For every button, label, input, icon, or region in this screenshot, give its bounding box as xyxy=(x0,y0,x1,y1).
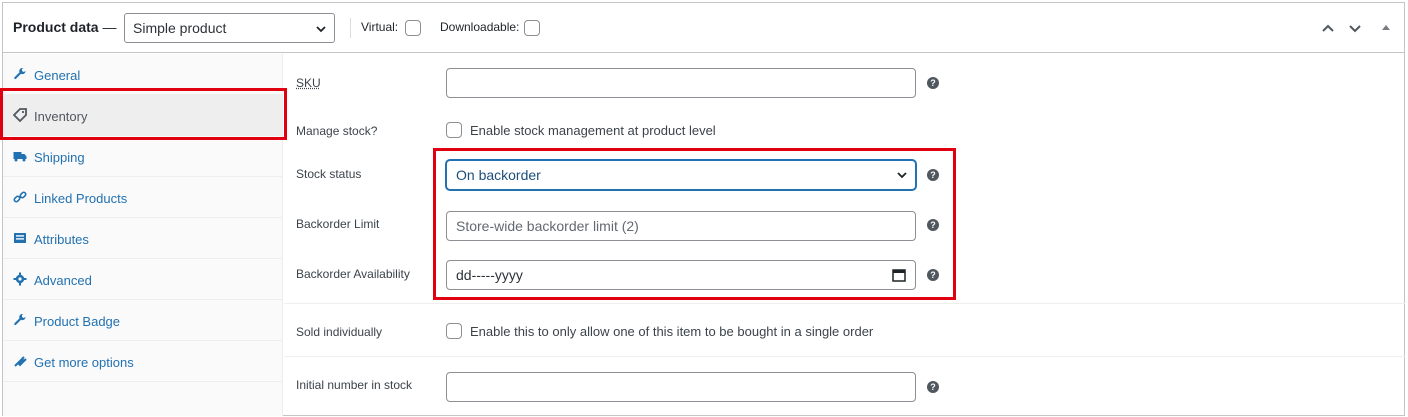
backorder-availability-label: Backorder Availability xyxy=(296,267,410,281)
product-data-tabs: General Inventory Shipping Linked Produc… xyxy=(3,54,283,416)
help-icon[interactable]: ? xyxy=(927,381,939,393)
tab-advanced[interactable]: Advanced xyxy=(3,259,283,300)
section-divider xyxy=(284,356,1405,357)
virtual-label: Virtual: xyxy=(361,20,399,34)
tab-label: Linked Products xyxy=(34,191,128,206)
product-type-select[interactable]: Simple product xyxy=(124,13,335,43)
sold-individually-checkbox[interactable] xyxy=(446,323,462,339)
sku-input[interactable] xyxy=(446,68,916,98)
help-icon[interactable]: ? xyxy=(927,269,939,281)
tab-label: Product Badge xyxy=(34,314,121,329)
sold-individually-field: Sold individually Enable this to only al… xyxy=(284,319,1405,343)
downloadable-checkbox[interactable] xyxy=(524,20,540,36)
calendar-icon[interactable] xyxy=(892,268,906,282)
tab-label: Inventory xyxy=(34,109,88,124)
move-up-icon[interactable] xyxy=(1319,19,1337,37)
title-dash: — xyxy=(102,19,117,35)
truck-icon xyxy=(13,152,27,162)
tag-icon xyxy=(13,108,27,122)
sku-label: SKU xyxy=(296,76,321,90)
backorder-limit-field: Backorder Limit Store-wide backorder lim… xyxy=(284,209,1405,245)
chevron-down-icon xyxy=(897,172,907,179)
collapse-toggle-icon[interactable] xyxy=(1377,19,1395,37)
sold-individually-label: Sold individually xyxy=(296,325,383,339)
stock-status-value: On backorder xyxy=(456,167,541,183)
wrench-icon xyxy=(14,67,26,80)
tab-label: Get more options xyxy=(34,355,134,370)
tab-label: Attributes xyxy=(34,232,89,247)
product-data-header: Product data — Simple product Virtual: D… xyxy=(3,3,1404,53)
tab-attributes[interactable]: Attributes xyxy=(3,218,283,259)
manage-stock-checkbox[interactable] xyxy=(446,122,462,138)
manage-stock-label: Manage stock? xyxy=(296,124,378,138)
date-value: dd-----yyyy xyxy=(456,267,523,283)
stock-status-field: Stock status On backorder ? xyxy=(284,159,1405,195)
tab-linked-products[interactable]: Linked Products xyxy=(3,177,283,218)
list-icon xyxy=(14,233,26,243)
backorder-limit-label: Backorder Limit xyxy=(296,217,380,231)
gear-icon xyxy=(13,272,27,286)
downloadable-label: Downloadable: xyxy=(440,20,520,34)
tab-get-more-options[interactable]: Get more options xyxy=(3,341,283,382)
backorder-limit-input[interactable]: Store-wide backorder limit (2) xyxy=(446,211,916,241)
stock-status-label: Stock status xyxy=(296,167,362,181)
initial-stock-field: Initial number in stock ? xyxy=(284,370,1405,406)
section-divider xyxy=(284,303,1405,304)
manage-stock-description: Enable stock management at product level xyxy=(470,123,716,138)
manage-stock-field: Manage stock? Enable stock management at… xyxy=(284,118,1405,142)
backorder-availability-field: Backorder Availability dd-----yyyy ? xyxy=(284,258,1405,294)
tab-product-badge[interactable]: Product Badge xyxy=(3,300,283,341)
help-icon[interactable]: ? xyxy=(927,77,939,89)
help-icon[interactable]: ? xyxy=(927,219,939,231)
product-data-panel: Product data — Simple product Virtual: D… xyxy=(2,2,1405,416)
header-divider xyxy=(350,18,351,38)
tab-label: Shipping xyxy=(34,150,85,165)
sku-field: SKU ? xyxy=(284,66,1405,106)
sold-individually-description: Enable this to only allow one of this it… xyxy=(470,324,874,339)
move-down-icon[interactable] xyxy=(1346,19,1364,37)
initial-stock-label: Initial number in stock xyxy=(296,378,413,392)
product-type-value: Simple product xyxy=(133,20,227,36)
plug-icon xyxy=(14,356,27,367)
backorder-availability-date-input[interactable]: dd-----yyyy xyxy=(446,260,916,290)
virtual-checkbox[interactable] xyxy=(405,20,421,36)
wrench-icon xyxy=(14,313,26,326)
panel-title: Product data — xyxy=(13,19,116,35)
stock-status-select[interactable]: On backorder xyxy=(446,160,916,190)
help-icon[interactable]: ? xyxy=(927,169,939,181)
panel-title-text: Product data xyxy=(13,19,99,35)
tab-inventory[interactable]: Inventory xyxy=(3,95,283,136)
tab-label: Advanced xyxy=(34,273,92,288)
tab-shipping[interactable]: Shipping xyxy=(3,136,283,177)
initial-stock-input[interactable] xyxy=(446,372,916,402)
tab-label: General xyxy=(34,68,81,83)
link-icon xyxy=(13,191,27,203)
tab-general[interactable]: General xyxy=(3,54,283,95)
chevron-down-icon xyxy=(316,26,326,33)
